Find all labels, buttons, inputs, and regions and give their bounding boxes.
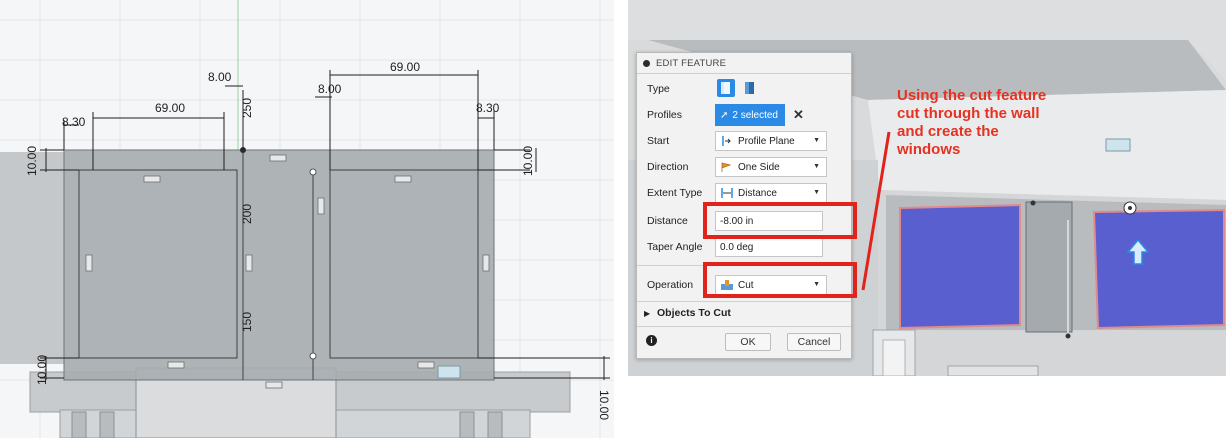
direction-row: Direction One Side ▼: [637, 154, 851, 180]
extent-value: Distance: [738, 187, 777, 199]
start-row: Start Profile Plane ▼: [637, 128, 851, 154]
taper-angle-input[interactable]: 0.0 deg: [715, 237, 823, 257]
extent-select[interactable]: Distance ▼: [715, 183, 827, 203]
sketch-viewport[interactable]: 69.00 8.00 8.00 69.00 8.30 8.30 250 200 …: [0, 0, 614, 438]
distance-icon: [720, 187, 734, 199]
annotation-pointer: [861, 131, 891, 291]
dim-10-right-top[interactable]: 10.00: [521, 146, 535, 176]
dim-8-30-left[interactable]: 8.30: [62, 115, 86, 129]
profiles-row: Profiles ➚ 2 selected ✕: [637, 102, 851, 128]
divider: [637, 326, 851, 327]
collapse-dot-icon[interactable]: [643, 59, 650, 67]
objects-to-cut-label: Objects To Cut: [657, 307, 731, 319]
distance-highlight-box: [703, 202, 857, 239]
thin-type-icon[interactable]: [741, 79, 759, 97]
chevron-down-icon: ▼: [813, 137, 820, 144]
ok-button[interactable]: OK: [725, 333, 771, 351]
dim-8-right[interactable]: 8.00: [318, 82, 342, 96]
type-label: Type: [647, 83, 670, 95]
direction-select[interactable]: One Side ▼: [715, 157, 827, 177]
sketch-canvas: 69.00 8.00 8.00 69.00 8.30 8.30 250 200 …: [0, 0, 614, 438]
objects-to-cut-row[interactable]: ▶ Objects To Cut: [637, 303, 851, 323]
start-value: Profile Plane: [738, 135, 795, 147]
expand-triangle-icon[interactable]: ▶: [644, 309, 650, 318]
dim-10-right-bottom[interactable]: 10.00: [597, 390, 611, 420]
start-label: Start: [647, 135, 670, 147]
profiles-value: 2 selected: [732, 109, 778, 121]
dialog-title: EDIT FEATURE: [656, 57, 727, 69]
chevron-down-icon: ▼: [813, 163, 820, 170]
distance-label: Distance: [647, 215, 688, 227]
dim-250[interactable]: 250: [240, 98, 254, 118]
clear-selection-icon[interactable]: ✕: [793, 107, 804, 123]
dim-69-right[interactable]: 69.00: [390, 60, 420, 74]
taper-label: Taper Angle: [647, 241, 703, 253]
dialog-header[interactable]: EDIT FEATURE: [637, 53, 851, 74]
dim-10-left-bottom[interactable]: 10.00: [35, 355, 49, 385]
annotation-text: Using the cut feature cut through the wa…: [897, 87, 1047, 158]
dim-150[interactable]: 150: [240, 312, 254, 332]
cancel-button[interactable]: Cancel: [787, 333, 841, 351]
profile-plane-icon: [720, 135, 734, 147]
operation-highlight-box: [703, 262, 857, 298]
start-select[interactable]: Profile Plane ▼: [715, 131, 827, 151]
dim-69-left[interactable]: 69.00: [155, 101, 185, 115]
extent-label: Extent Type: [647, 187, 703, 199]
profiles-select-button[interactable]: ➚ 2 selected: [715, 104, 785, 126]
cursor-arrow-icon: ➚: [720, 109, 729, 121]
dim-10-left-top[interactable]: 10.00: [25, 146, 39, 176]
direction-label: Direction: [647, 161, 689, 173]
type-row: Type: [637, 76, 851, 102]
solid-type-icon[interactable]: [717, 79, 735, 97]
info-icon[interactable]: i: [646, 335, 657, 346]
operation-label: Operation: [647, 279, 694, 291]
chevron-down-icon: ▼: [813, 189, 820, 196]
dim-200[interactable]: 200: [240, 204, 254, 224]
one-side-icon: [720, 161, 734, 173]
divider: [637, 301, 851, 302]
dim-8-left[interactable]: 8.00: [208, 70, 232, 84]
direction-value: One Side: [738, 161, 780, 173]
profiles-label: Profiles: [647, 109, 683, 121]
dim-8-30-right[interactable]: 8.30: [476, 101, 500, 115]
